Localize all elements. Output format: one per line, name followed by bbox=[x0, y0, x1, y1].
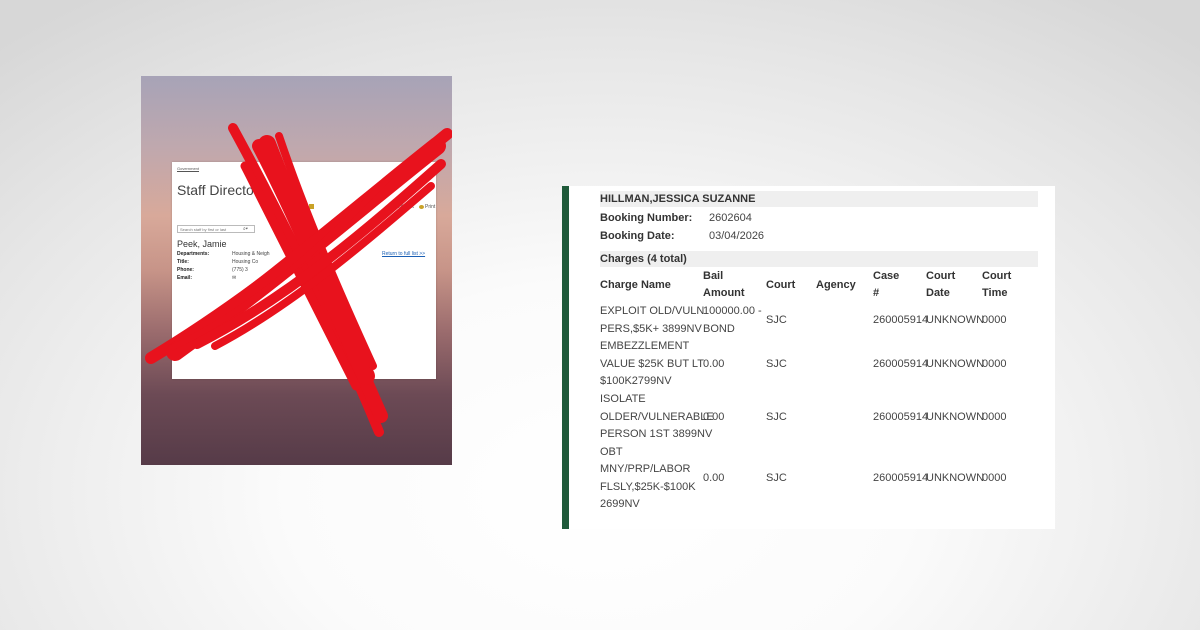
booking-record-panel: HILLMAN,JESSICA SUZANNE Booking Number: … bbox=[562, 186, 1055, 529]
charge-name: EXPLOIT OLD/VULN bbox=[600, 305, 705, 317]
charges-title: Charges (4 total) bbox=[600, 253, 687, 265]
bail-amount: 0.00 bbox=[703, 410, 725, 423]
table-row: ISOLATE OLDER/VULNERABLE PERSON 1ST 3899… bbox=[569, 391, 1055, 461]
booking-number-label: Booking Number: bbox=[600, 212, 693, 224]
charge-name: PERSON 1ST 3899NV bbox=[600, 428, 713, 440]
case-number: 260005914 bbox=[873, 410, 929, 423]
table-row: EXPLOIT OLD/VULN PERS,$5K+ 3899NV 100000… bbox=[569, 303, 1055, 339]
col-charge-name: Charge Name bbox=[600, 279, 671, 291]
case-number: 260005914 bbox=[873, 357, 929, 370]
court-time: 0000 bbox=[982, 410, 1007, 423]
court: SJC bbox=[766, 472, 787, 484]
court-time: 0000 bbox=[982, 472, 1007, 484]
col-bail: Amount bbox=[703, 287, 745, 299]
charge-name: PERS,$5K+ 3899NV bbox=[600, 322, 702, 335]
court-date: UNKNOWN bbox=[926, 410, 985, 423]
col-case: Case bbox=[873, 270, 900, 282]
red-x-overlay bbox=[145, 123, 452, 437]
court-date: UNKNOWN bbox=[926, 472, 985, 484]
booking-date-value: 03/04/2026 bbox=[709, 230, 765, 242]
charge-name: VALUE $25K BUT LT bbox=[600, 357, 704, 370]
inmate-name: HILLMAN,JESSICA SUZANNE bbox=[600, 193, 756, 205]
charge-name: $100K2799NV bbox=[600, 375, 672, 387]
col-court-date: Date bbox=[926, 287, 950, 299]
charge-name: MNY/PRP/LABOR bbox=[600, 463, 691, 475]
col-agency: Agency bbox=[816, 279, 856, 291]
staff-directory-screenshot: Government Staff Directo ns Feedback Pri… bbox=[141, 76, 452, 465]
bail-amount: 0.00 bbox=[703, 472, 725, 484]
booking-date-label: Booking Date: bbox=[600, 230, 675, 242]
col-bail: Bail bbox=[703, 270, 724, 282]
case-number: 260005914 bbox=[873, 314, 929, 326]
court: SJC bbox=[766, 314, 787, 326]
charge-name: OLDER/VULNERABLE bbox=[600, 410, 714, 423]
charge-name: FLSLY,$25K-$100K bbox=[600, 480, 696, 493]
col-court-time: Court bbox=[982, 270, 1012, 282]
court: SJC bbox=[766, 410, 787, 423]
col-court-time: Time bbox=[982, 287, 1008, 299]
court-date: UNKNOWN bbox=[926, 357, 985, 370]
col-case: # bbox=[873, 287, 880, 299]
court: SJC bbox=[766, 357, 787, 370]
col-court-date: Court bbox=[926, 270, 956, 282]
bail-amount: 100000.00 - bbox=[703, 305, 762, 317]
charge-name: 2699NV bbox=[600, 498, 640, 510]
table-row: MNY/PRP/LABOR FLSLY,$25K-$100K 2699NV 0.… bbox=[569, 461, 1055, 514]
court-date: UNKNOWN bbox=[926, 314, 985, 326]
booking-number-value: 2602604 bbox=[709, 212, 752, 224]
col-court: Court bbox=[766, 279, 796, 291]
charge-name: OBT bbox=[600, 445, 623, 458]
court-time: 0000 bbox=[982, 357, 1007, 370]
case-number: 260005914 bbox=[873, 472, 929, 484]
bail-amount: 0.00 bbox=[703, 357, 725, 370]
charge-name: ISOLATE bbox=[600, 393, 646, 405]
bail-amount: BOND bbox=[703, 322, 735, 335]
charge-name: EMBEZZLEMENT bbox=[600, 340, 690, 352]
court-time: 0000 bbox=[982, 314, 1007, 326]
table-row: EMBEZZLEMENT VALUE $25K BUT LT $100K2799… bbox=[569, 338, 1055, 391]
